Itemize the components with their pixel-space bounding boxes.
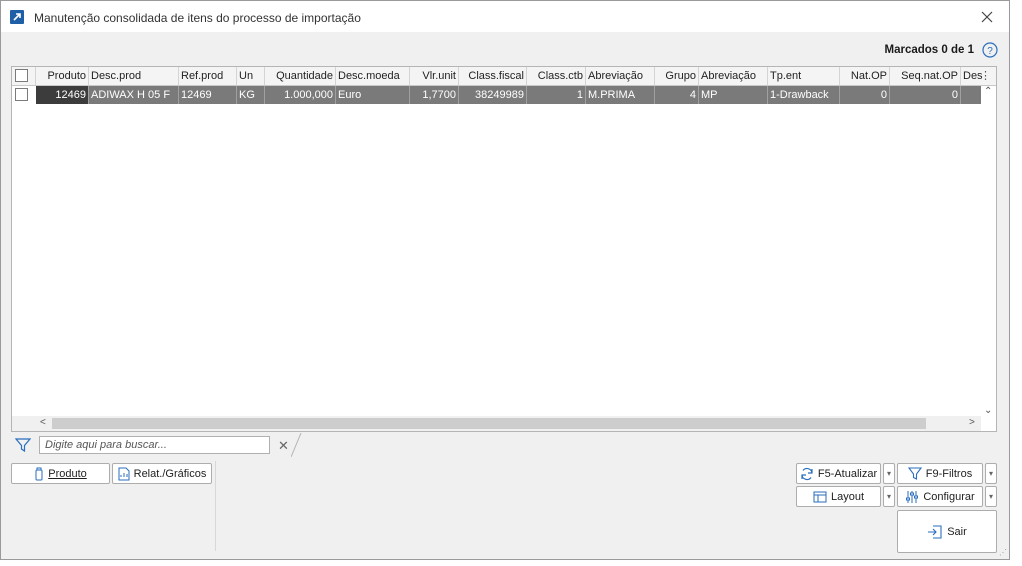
panel-divider: [215, 461, 216, 551]
cell-vlr-unit: 1,7700: [410, 86, 459, 104]
marked-count: Marcados 0 de 1: [884, 44, 974, 56]
cell-produto: 12469: [36, 86, 89, 104]
col-vlr-unit[interactable]: Vlr.unit: [410, 67, 459, 85]
window-title: Manutenção consolidada de itens do proce…: [34, 11, 361, 25]
cell-desc-prod: ADIWAX H 05 F: [89, 86, 179, 104]
cell-desc-moeda: Euro: [336, 86, 410, 104]
product-icon: [35, 467, 43, 480]
report-icon: [118, 467, 130, 480]
layout-label: Layout: [830, 490, 865, 503]
produto-button-label: Produto: [48, 467, 87, 480]
header-select-all-cell: [12, 67, 36, 85]
sair-button[interactable]: Sair: [897, 510, 997, 553]
vertical-scrollbar[interactable]: ⌃ ⌄: [981, 86, 996, 418]
col-desc-prod[interactable]: Desc.prod: [89, 67, 179, 85]
cell-un: KG: [237, 86, 265, 104]
col-desc-moeda[interactable]: Desc.moeda: [336, 67, 410, 85]
layout-button[interactable]: Layout: [796, 486, 881, 507]
filtros-button[interactable]: F9-Filtros: [897, 463, 983, 484]
col-un[interactable]: Un: [237, 67, 265, 85]
scroll-down-icon[interactable]: ⌄: [984, 405, 992, 416]
search-tab-edge: [291, 433, 302, 457]
col-ref-prod[interactable]: Ref.prod: [179, 67, 237, 85]
filtros-dropdown-icon[interactable]: ▾: [985, 463, 997, 484]
configurar-label: Configurar: [923, 490, 975, 503]
close-icon[interactable]: [979, 9, 995, 25]
cell-quantidade: 1.000,000: [265, 86, 336, 104]
relatorios-graficos-button[interactable]: Relat./Gráficos: [112, 463, 212, 484]
cell-ref-prod: 12469: [179, 86, 237, 104]
filtros-label: F9-Filtros: [925, 467, 973, 480]
col-grupo[interactable]: Grupo: [655, 67, 699, 85]
svg-text:?: ?: [987, 46, 993, 57]
cell-des: [961, 86, 981, 104]
col-tp-ent[interactable]: Tp.ent: [768, 67, 840, 85]
col-abreviacao[interactable]: Abreviação: [586, 67, 655, 85]
cell-tp-ent: 1-Drawback: [768, 86, 840, 104]
layout-dropdown-icon[interactable]: ▾: [883, 486, 895, 507]
sair-label: Sair: [947, 525, 967, 538]
scroll-right-icon[interactable]: >: [969, 417, 975, 428]
exit-icon: [928, 524, 942, 539]
atualizar-label: F5-Atualizar: [817, 467, 878, 480]
relatorios-graficos-label: Relat./Gráficos: [133, 467, 207, 480]
app-icon: [10, 10, 24, 24]
col-abreviacao-2[interactable]: Abreviação: [699, 67, 768, 85]
col-nat-op[interactable]: Nat.OP: [840, 67, 890, 85]
horizontal-scrollbar[interactable]: < >: [12, 416, 981, 431]
col-quantidade[interactable]: Quantidade: [265, 67, 336, 85]
cell-class-fiscal: 38249989: [459, 86, 527, 104]
cell-grupo: 4: [655, 86, 699, 104]
search-bar: ✕: [11, 433, 301, 457]
atualizar-dropdown-icon[interactable]: ▾: [883, 463, 895, 484]
atualizar-button[interactable]: F5-Atualizar: [796, 463, 881, 484]
cell-seq-nat-op: 0: [890, 86, 961, 104]
row-checkbox[interactable]: [15, 88, 28, 101]
col-seq-nat-op[interactable]: Seq.nat.OP: [890, 67, 961, 85]
resize-grip-icon[interactable]: ⋰: [999, 548, 1007, 557]
main-window: Manutenção consolidada de itens do proce…: [0, 0, 1010, 560]
search-input[interactable]: [39, 436, 270, 454]
cell-abreviacao: M.PRIMA: [586, 86, 655, 104]
configurar-dropdown-icon[interactable]: ▾: [985, 486, 997, 507]
scroll-left-icon[interactable]: <: [40, 417, 46, 428]
select-all-checkbox[interactable]: [15, 69, 28, 82]
table-row[interactable]: 12469 ADIWAX H 05 F 12469 KG 1.000,000 E…: [36, 86, 981, 104]
produto-button[interactable]: Produto: [11, 463, 110, 484]
cell-nat-op: 0: [840, 86, 890, 104]
grid-header: Produto Desc.prod Ref.prod Un Quantidade…: [12, 67, 996, 86]
col-produto[interactable]: Produto: [36, 67, 89, 85]
help-icon[interactable]: ?: [982, 42, 998, 58]
filter-funnel-icon: [907, 466, 922, 480]
refresh-icon: [801, 467, 813, 480]
col-class-ctb[interactable]: Class.ctb: [527, 67, 586, 85]
col-class-fiscal[interactable]: Class.fiscal: [459, 67, 527, 85]
cell-class-ctb: 1: [527, 86, 586, 104]
configurar-button[interactable]: Configurar: [897, 486, 983, 507]
settings-sliders-icon: [906, 490, 919, 503]
filter-icon[interactable]: [14, 437, 32, 456]
horizontal-scroll-thumb[interactable]: [52, 418, 926, 429]
column-menu-icon[interactable]: ⋮: [980, 69, 991, 82]
cell-abreviacao-2: MP: [699, 86, 768, 104]
layout-icon: [813, 491, 827, 502]
clear-search-icon[interactable]: ✕: [278, 438, 289, 454]
items-grid: Produto Desc.prod Ref.prod Un Quantidade…: [11, 66, 997, 432]
title-bar: Manutenção consolidada de itens do proce…: [1, 1, 1009, 32]
row-select-cell: [12, 86, 36, 104]
scroll-up-icon[interactable]: ⌃: [984, 86, 992, 97]
